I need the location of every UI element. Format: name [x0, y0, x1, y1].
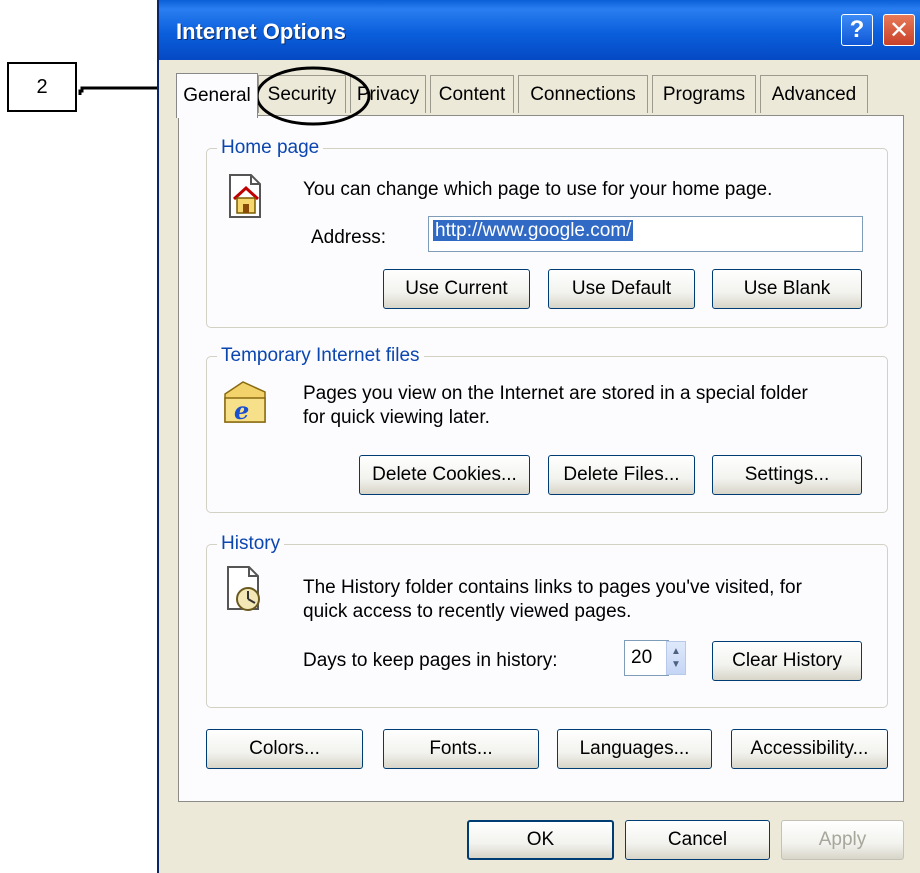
- tab-programs-label: Programs: [662, 83, 746, 105]
- delete-files-button[interactable]: Delete Files...: [548, 455, 695, 495]
- address-value: http://www.google.com/: [433, 220, 634, 241]
- languages-button[interactable]: Languages...: [557, 729, 712, 769]
- tab-content-label: Content: [438, 83, 506, 105]
- days-spinner[interactable]: ▲ ▼: [666, 641, 686, 675]
- apply-button[interactable]: Apply: [781, 820, 904, 860]
- history-group: [206, 544, 888, 708]
- days-label: Days to keep pages in history:: [303, 650, 558, 671]
- history-description-2: quick access to recently viewed pages.: [303, 601, 632, 622]
- callout-ellipse: [255, 66, 371, 126]
- days-value: 20: [631, 647, 653, 668]
- spin-down-icon[interactable]: ▼: [671, 658, 681, 671]
- colors-button[interactable]: Colors...: [206, 729, 363, 769]
- clear-history-button[interactable]: Clear History: [712, 641, 862, 681]
- history-group-label: History: [217, 533, 285, 555]
- tab-programs[interactable]: Programs: [652, 75, 756, 113]
- fonts-button[interactable]: Fonts...: [383, 729, 539, 769]
- delete-cookies-button[interactable]: Delete Cookies...: [359, 455, 530, 495]
- use-blank-button[interactable]: Use Blank: [712, 269, 862, 309]
- home-page-description: You can change which page to use for you…: [303, 179, 773, 200]
- general-tab-panel: Home page You can change which page to u…: [178, 115, 904, 802]
- temp-files-group-label: Temporary Internet files: [217, 345, 424, 367]
- internet-options-dialog: Internet Options ? ✕ General Security Pr…: [157, 0, 920, 873]
- tab-content[interactable]: Content: [430, 75, 514, 113]
- close-button[interactable]: ✕: [883, 14, 915, 46]
- home-page-group-label: Home page: [217, 137, 324, 159]
- step-number: 2: [36, 75, 48, 98]
- history-description-1: The History folder contains links to pag…: [303, 577, 802, 598]
- use-default-button[interactable]: Use Default: [548, 269, 695, 309]
- address-label: Address:: [311, 227, 386, 248]
- tab-general-label: General: [183, 85, 251, 106]
- tab-advanced-label: Advanced: [771, 83, 857, 105]
- tab-general[interactable]: General: [176, 73, 258, 118]
- history-clock-icon: [227, 566, 260, 611]
- ok-button[interactable]: OK: [467, 820, 614, 860]
- help-button[interactable]: ?: [841, 14, 873, 46]
- step-callout-box: 2: [7, 62, 77, 112]
- days-input[interactable]: 20: [624, 640, 669, 676]
- cancel-button[interactable]: Cancel: [625, 820, 770, 860]
- temp-files-description-2: for quick viewing later.: [303, 407, 490, 428]
- temp-files-description-1: Pages you view on the Internet are store…: [303, 383, 808, 404]
- title-bar[interactable]: Internet Options ? ✕: [159, 0, 920, 60]
- home-page-icon: [229, 174, 261, 218]
- svg-text:e: e: [234, 396, 249, 425]
- close-icon: ✕: [888, 16, 910, 44]
- settings-button[interactable]: Settings...: [712, 455, 862, 495]
- tab-advanced[interactable]: Advanced: [760, 75, 868, 113]
- help-icon: ?: [849, 16, 865, 43]
- use-current-button[interactable]: Use Current: [383, 269, 530, 309]
- address-input[interactable]: http://www.google.com/: [428, 216, 863, 252]
- tab-connections-label: Connections: [530, 83, 636, 105]
- accessibility-button[interactable]: Accessibility...: [731, 729, 888, 769]
- ie-folder-icon: e: [224, 381, 266, 425]
- window-title: Internet Options: [176, 19, 346, 44]
- spin-up-icon[interactable]: ▲: [671, 645, 681, 658]
- tab-connections[interactable]: Connections: [518, 75, 648, 113]
